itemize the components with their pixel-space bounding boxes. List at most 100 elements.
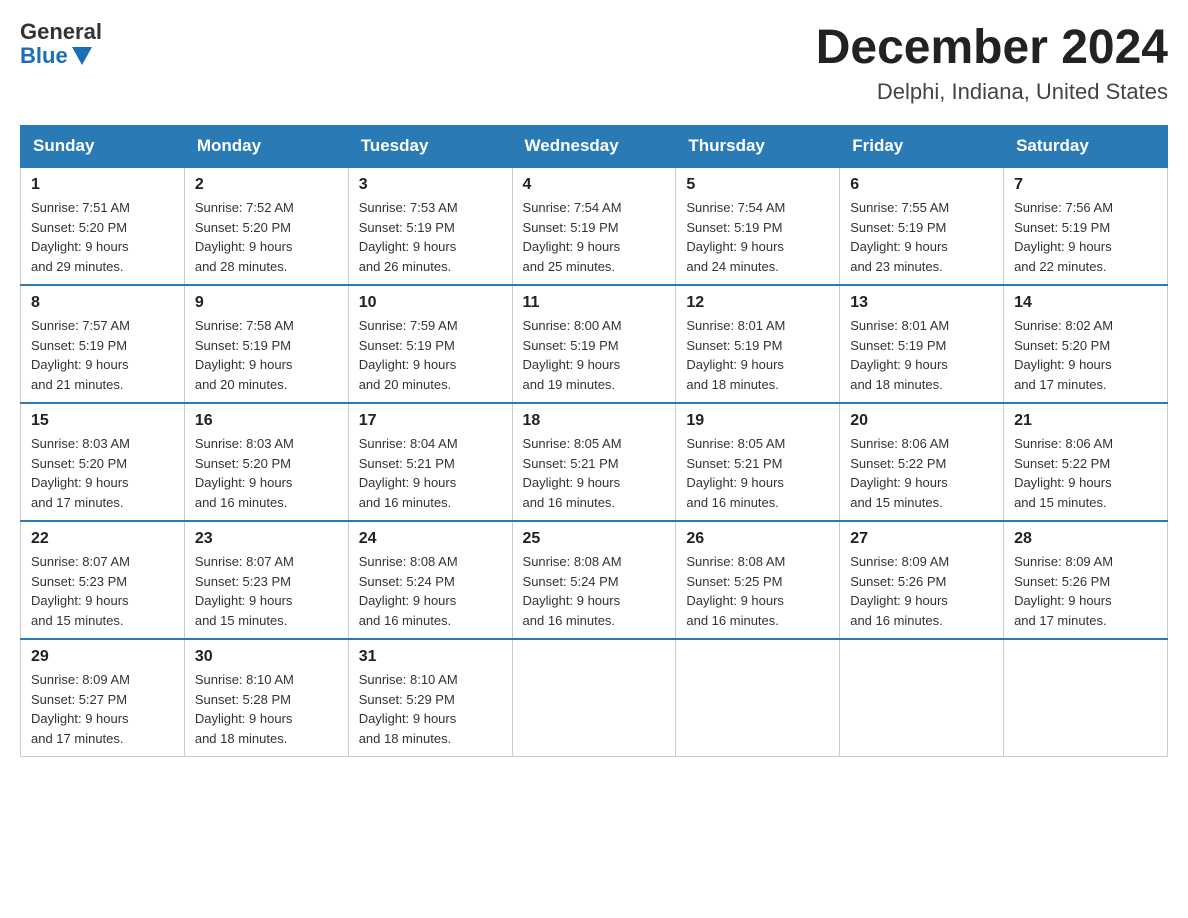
day-cell: 27 Sunrise: 8:09 AMSunset: 5:26 PMDayligh… xyxy=(840,521,1004,639)
day-cell xyxy=(840,639,1004,757)
day-number: 17 xyxy=(359,412,502,430)
day-info: Sunrise: 7:52 AMSunset: 5:20 PMDaylight:… xyxy=(195,198,338,276)
logo-general-text: General xyxy=(20,20,102,44)
day-number: 18 xyxy=(523,412,666,430)
day-number: 28 xyxy=(1014,530,1157,548)
day-info: Sunrise: 7:58 AMSunset: 5:19 PMDaylight:… xyxy=(195,316,338,394)
day-info: Sunrise: 8:04 AMSunset: 5:21 PMDaylight:… xyxy=(359,434,502,512)
day-info: Sunrise: 8:03 AMSunset: 5:20 PMDaylight:… xyxy=(31,434,174,512)
day-cell: 23 Sunrise: 8:07 AMSunset: 5:23 PMDayligh… xyxy=(184,521,348,639)
day-info: Sunrise: 7:55 AMSunset: 5:19 PMDaylight:… xyxy=(850,198,993,276)
day-number: 21 xyxy=(1014,412,1157,430)
page-header: General Blue December 2024 Delphi, India… xyxy=(20,20,1168,105)
day-cell: 18 Sunrise: 8:05 AMSunset: 5:21 PMDayligh… xyxy=(512,403,676,521)
day-number: 30 xyxy=(195,648,338,666)
day-number: 6 xyxy=(850,176,993,194)
header-row: SundayMondayTuesdayWednesdayThursdayFrid… xyxy=(21,126,1168,168)
day-number: 7 xyxy=(1014,176,1157,194)
header-cell-monday: Monday xyxy=(184,126,348,168)
day-number: 4 xyxy=(523,176,666,194)
day-info: Sunrise: 8:01 AMSunset: 5:19 PMDaylight:… xyxy=(686,316,829,394)
day-number: 19 xyxy=(686,412,829,430)
day-info: Sunrise: 7:53 AMSunset: 5:19 PMDaylight:… xyxy=(359,198,502,276)
day-cell: 17 Sunrise: 8:04 AMSunset: 5:21 PMDayligh… xyxy=(348,403,512,521)
day-number: 12 xyxy=(686,294,829,312)
day-cell: 29Sunrise: 8:09 AMSunset: 5:27 PMDayligh… xyxy=(21,639,185,757)
week-row-5: 29Sunrise: 8:09 AMSunset: 5:27 PMDayligh… xyxy=(21,639,1168,757)
header-cell-tuesday: Tuesday xyxy=(348,126,512,168)
day-cell: 5Sunrise: 7:54 AMSunset: 5:19 PMDaylight… xyxy=(676,167,840,285)
day-info: Sunrise: 8:07 AMSunset: 5:23 PMDaylight:… xyxy=(195,552,338,630)
logo-blue-text: Blue xyxy=(20,44,102,68)
day-number: 20 xyxy=(850,412,993,430)
day-cell: 19 Sunrise: 8:05 AMSunset: 5:21 PMDayligh… xyxy=(676,403,840,521)
calendar-subtitle: Delphi, Indiana, United States xyxy=(816,79,1168,105)
week-row-3: 15 Sunrise: 8:03 AMSunset: 5:20 PMDayligh… xyxy=(21,403,1168,521)
day-cell: 20 Sunrise: 8:06 AMSunset: 5:22 PMDayligh… xyxy=(840,403,1004,521)
logo: General Blue xyxy=(20,20,102,68)
day-info: Sunrise: 8:08 AMSunset: 5:25 PMDaylight:… xyxy=(686,552,829,630)
day-number: 26 xyxy=(686,530,829,548)
day-info: Sunrise: 8:07 AMSunset: 5:23 PMDaylight:… xyxy=(31,552,174,630)
day-info: Sunrise: 8:01 AMSunset: 5:19 PMDaylight:… xyxy=(850,316,993,394)
day-cell: 24 Sunrise: 8:08 AMSunset: 5:24 PMDayligh… xyxy=(348,521,512,639)
day-number: 5 xyxy=(686,176,829,194)
day-cell: 2 Sunrise: 7:52 AMSunset: 5:20 PMDaylight… xyxy=(184,167,348,285)
day-cell: 10 Sunrise: 7:59 AMSunset: 5:19 PMDayligh… xyxy=(348,285,512,403)
week-row-2: 8 Sunrise: 7:57 AMSunset: 5:19 PMDaylight… xyxy=(21,285,1168,403)
header-cell-sunday: Sunday xyxy=(21,126,185,168)
day-number: 31 xyxy=(359,648,502,666)
day-info: Sunrise: 8:00 AMSunset: 5:19 PMDaylight:… xyxy=(523,316,666,394)
day-cell: 26 Sunrise: 8:08 AMSunset: 5:25 PMDayligh… xyxy=(676,521,840,639)
day-info: Sunrise: 8:08 AMSunset: 5:24 PMDaylight:… xyxy=(523,552,666,630)
day-number: 11 xyxy=(523,294,666,312)
day-info: Sunrise: 7:51 AMSunset: 5:20 PMDaylight:… xyxy=(31,198,174,276)
day-cell: 21Sunrise: 8:06 AMSunset: 5:22 PMDayligh… xyxy=(1004,403,1168,521)
day-number: 9 xyxy=(195,294,338,312)
day-number: 23 xyxy=(195,530,338,548)
day-info: Sunrise: 8:09 AMSunset: 5:26 PMDaylight:… xyxy=(850,552,993,630)
day-number: 16 xyxy=(195,412,338,430)
day-cell: 15 Sunrise: 8:03 AMSunset: 5:20 PMDayligh… xyxy=(21,403,185,521)
day-info: Sunrise: 7:59 AMSunset: 5:19 PMDaylight:… xyxy=(359,316,502,394)
day-info: Sunrise: 8:06 AMSunset: 5:22 PMDaylight:… xyxy=(850,434,993,512)
day-info: Sunrise: 7:54 AMSunset: 5:19 PMDaylight:… xyxy=(523,198,666,276)
day-number: 2 xyxy=(195,176,338,194)
day-info: Sunrise: 7:56 AMSunset: 5:19 PMDaylight:… xyxy=(1014,198,1157,276)
day-number: 24 xyxy=(359,530,502,548)
day-cell: 31 Sunrise: 8:10 AMSunset: 5:29 PMDayligh… xyxy=(348,639,512,757)
day-cell: 6 Sunrise: 7:55 AMSunset: 5:19 PMDaylight… xyxy=(840,167,1004,285)
header-cell-wednesday: Wednesday xyxy=(512,126,676,168)
day-number: 13 xyxy=(850,294,993,312)
day-cell: 16Sunrise: 8:03 AMSunset: 5:20 PMDayligh… xyxy=(184,403,348,521)
day-info: Sunrise: 7:57 AMSunset: 5:19 PMDaylight:… xyxy=(31,316,174,394)
title-block: December 2024 Delphi, Indiana, United St… xyxy=(816,20,1168,105)
day-number: 29 xyxy=(31,648,174,666)
day-info: Sunrise: 8:05 AMSunset: 5:21 PMDaylight:… xyxy=(686,434,829,512)
day-info: Sunrise: 8:05 AMSunset: 5:21 PMDaylight:… xyxy=(523,434,666,512)
day-cell: 12 Sunrise: 8:01 AMSunset: 5:19 PMDayligh… xyxy=(676,285,840,403)
day-number: 10 xyxy=(359,294,502,312)
week-row-1: 1 Sunrise: 7:51 AMSunset: 5:20 PMDaylight… xyxy=(21,167,1168,285)
day-info: Sunrise: 8:10 AMSunset: 5:29 PMDaylight:… xyxy=(359,670,502,748)
day-cell: 4 Sunrise: 7:54 AMSunset: 5:19 PMDaylight… xyxy=(512,167,676,285)
calendar-table: SundayMondayTuesdayWednesdayThursdayFrid… xyxy=(20,125,1168,757)
day-cell: 3Sunrise: 7:53 AMSunset: 5:19 PMDaylight… xyxy=(348,167,512,285)
day-number: 22 xyxy=(31,530,174,548)
day-info: Sunrise: 8:08 AMSunset: 5:24 PMDaylight:… xyxy=(359,552,502,630)
day-number: 14 xyxy=(1014,294,1157,312)
day-number: 25 xyxy=(523,530,666,548)
day-cell: 14Sunrise: 8:02 AMSunset: 5:20 PMDayligh… xyxy=(1004,285,1168,403)
day-number: 1 xyxy=(31,176,174,194)
day-number: 8 xyxy=(31,294,174,312)
header-cell-friday: Friday xyxy=(840,126,1004,168)
header-cell-thursday: Thursday xyxy=(676,126,840,168)
day-number: 15 xyxy=(31,412,174,430)
day-cell xyxy=(676,639,840,757)
day-cell: 28Sunrise: 8:09 AMSunset: 5:26 PMDayligh… xyxy=(1004,521,1168,639)
header-cell-saturday: Saturday xyxy=(1004,126,1168,168)
calendar-title: December 2024 xyxy=(816,20,1168,75)
day-number: 27 xyxy=(850,530,993,548)
day-cell xyxy=(1004,639,1168,757)
calendar-header: SundayMondayTuesdayWednesdayThursdayFrid… xyxy=(21,126,1168,168)
